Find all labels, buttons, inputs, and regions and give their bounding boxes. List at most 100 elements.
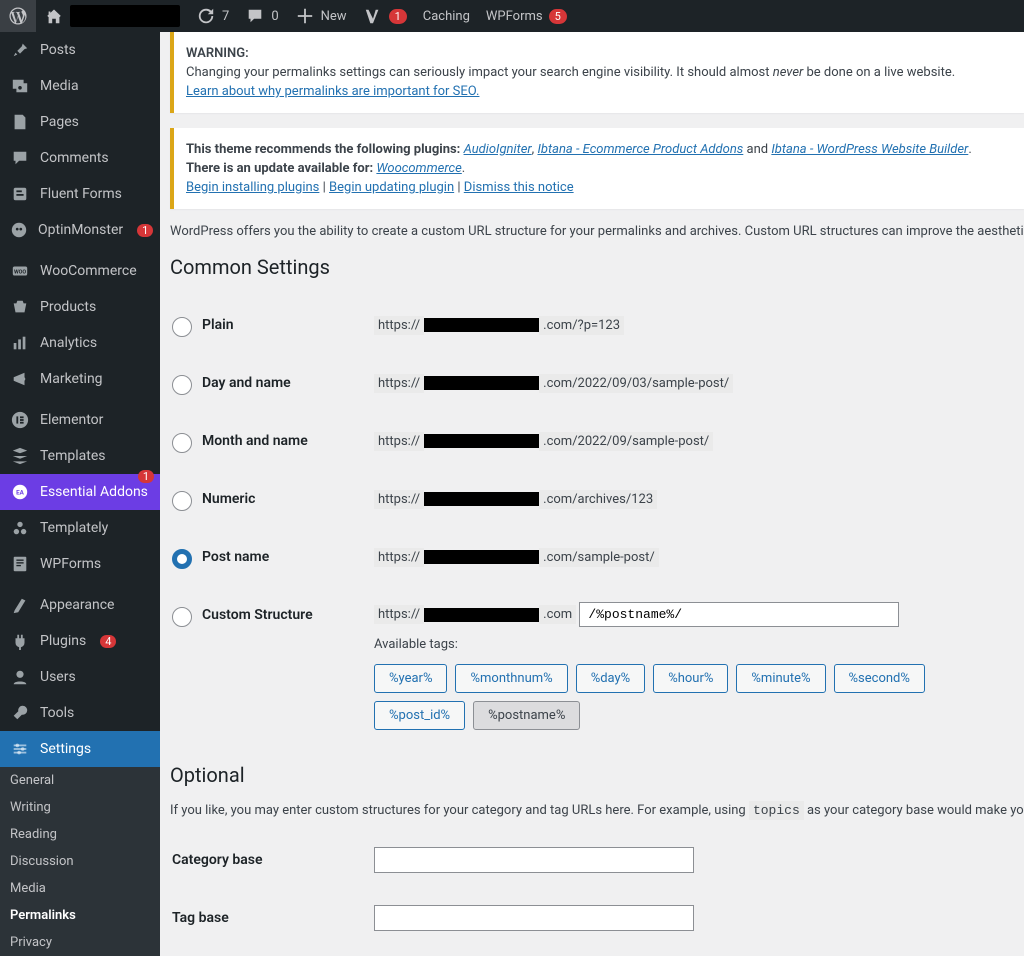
home-icon bbox=[44, 6, 64, 26]
templates-icon bbox=[10, 446, 30, 466]
site-home[interactable] bbox=[36, 0, 188, 32]
tag-year[interactable]: %year% bbox=[374, 664, 447, 693]
wpforms-notifications[interactable]: WPForms 5 bbox=[478, 0, 575, 32]
plugin-link-ibtana-addons[interactable]: Ibtana - Ecommerce Product Addons bbox=[537, 142, 743, 157]
optional-code: topics bbox=[749, 801, 804, 820]
tag-post_id[interactable]: %post_id% bbox=[374, 701, 465, 730]
sidebar-item-templates[interactable]: Templates bbox=[0, 438, 160, 474]
plugin-link-audioigniter[interactable]: AudioIgniter bbox=[464, 142, 532, 157]
submenu-media[interactable]: Media bbox=[0, 875, 160, 902]
media-icon bbox=[10, 76, 30, 96]
new-label: New bbox=[321, 9, 347, 24]
comments-icon bbox=[10, 148, 30, 168]
tag-postname[interactable]: %postname% bbox=[473, 701, 580, 730]
optin-icon bbox=[10, 220, 28, 240]
sidebar-item-label: Fluent Forms bbox=[40, 186, 122, 202]
sidebar-item-tools[interactable]: Tools bbox=[0, 695, 160, 731]
dismiss-link[interactable]: Dismiss this notice bbox=[464, 180, 574, 195]
sidebar-item-woocommerce[interactable]: WOO WooCommerce bbox=[0, 253, 160, 289]
svg-text:WOO: WOO bbox=[14, 270, 26, 276]
yoast-notifications[interactable]: 1 bbox=[355, 0, 415, 32]
tag-second[interactable]: %second% bbox=[834, 664, 925, 693]
tag-base-input[interactable] bbox=[374, 905, 694, 931]
submenu-discussion[interactable]: Discussion bbox=[0, 848, 160, 875]
sidebar-item-fluent-forms[interactable]: Fluent Forms bbox=[0, 176, 160, 212]
submenu-reading[interactable]: Reading bbox=[0, 821, 160, 848]
plugin-link-ibtana-builder[interactable]: Ibtana - WordPress Website Builder bbox=[771, 142, 968, 157]
sidebar-item-posts[interactable]: Posts bbox=[0, 32, 160, 68]
radio-plain[interactable] bbox=[172, 317, 192, 337]
sidebar-item-comments[interactable]: Comments bbox=[0, 140, 160, 176]
custom-structure-input[interactable] bbox=[579, 602, 899, 627]
submenu-general[interactable]: General bbox=[0, 767, 160, 794]
submenu-permalinks[interactable]: Permalinks bbox=[0, 902, 160, 929]
wp-logo[interactable] bbox=[0, 0, 36, 32]
sidebar-item-elementor[interactable]: Elementor bbox=[0, 402, 160, 438]
sidebar-item-templately[interactable]: Templately bbox=[0, 510, 160, 546]
comments-count[interactable]: 0 bbox=[237, 0, 286, 32]
update-icon bbox=[196, 6, 216, 26]
sidebar-item-label: Users bbox=[40, 669, 76, 685]
pages-icon bbox=[10, 112, 30, 132]
radio-custom[interactable] bbox=[172, 607, 192, 627]
submenu-writing[interactable]: Writing bbox=[0, 794, 160, 821]
sidebar-item-label: Products bbox=[40, 299, 96, 315]
sidebar-item-label: Media bbox=[40, 78, 79, 94]
appearance-icon bbox=[10, 595, 30, 615]
optional-heading: Optional bbox=[170, 763, 1024, 787]
begin-install-link[interactable]: Begin installing plugins bbox=[186, 180, 319, 195]
tag-day[interactable]: %day% bbox=[576, 664, 646, 693]
updates-count-text: 7 bbox=[222, 9, 229, 24]
begin-update-link[interactable]: Begin updating plugin bbox=[329, 180, 454, 195]
theme-rec: This theme recommends the following plug… bbox=[186, 142, 464, 157]
yoast-badge: 1 bbox=[389, 9, 407, 24]
sidebar-item-label: Elementor bbox=[40, 412, 103, 428]
sidebar-item-label: Comments bbox=[40, 150, 109, 166]
sidebar-item-appearance[interactable]: Appearance bbox=[0, 587, 160, 623]
radio-dayname[interactable] bbox=[172, 375, 192, 395]
domain-redacted bbox=[424, 550, 539, 564]
warning-never: never bbox=[773, 65, 804, 80]
caching[interactable]: Caching bbox=[415, 0, 478, 32]
category-base-label: Category base bbox=[172, 852, 263, 868]
site-name-redacted bbox=[70, 5, 180, 27]
sidebar-item-label: Settings bbox=[40, 741, 91, 757]
tag-base-label: Tag base bbox=[172, 910, 229, 926]
templately-icon bbox=[10, 518, 30, 538]
sidebar-item-optinmonster[interactable]: OptinMonster1 bbox=[0, 212, 160, 248]
sidebar-item-label: Pages bbox=[40, 114, 79, 130]
sidebar-item-marketing[interactable]: Marketing bbox=[0, 361, 160, 397]
radio-postname[interactable] bbox=[172, 549, 192, 569]
warning-link[interactable]: Learn about why permalinks are important… bbox=[186, 84, 479, 99]
label-plain: Plain bbox=[202, 317, 234, 333]
domain-redacted bbox=[424, 318, 539, 332]
warning-text-2: be done on a live website. bbox=[803, 65, 955, 80]
submenu-privacy[interactable]: Privacy bbox=[0, 929, 160, 956]
tag-hour[interactable]: %hour% bbox=[653, 664, 728, 693]
sidebar-item-settings[interactable]: Settings bbox=[0, 731, 160, 767]
new-content[interactable]: New bbox=[287, 0, 355, 32]
updates-count[interactable]: 7 bbox=[188, 0, 237, 32]
sidebar-item-users[interactable]: Users bbox=[0, 659, 160, 695]
sidebar-item-plugins[interactable]: Plugins4 bbox=[0, 623, 160, 659]
radio-numeric[interactable] bbox=[172, 491, 192, 511]
sidebar-item-products[interactable]: Products bbox=[0, 289, 160, 325]
domain-redacted bbox=[424, 376, 539, 390]
sidebar-item-media[interactable]: Media bbox=[0, 68, 160, 104]
tag-monthnum[interactable]: %monthnum% bbox=[455, 664, 567, 693]
plugin-link-woocommerce[interactable]: Woocommerce bbox=[376, 161, 461, 176]
category-base-input[interactable] bbox=[374, 847, 694, 873]
label-numeric: Numeric bbox=[202, 491, 255, 507]
sidebar-item-pages[interactable]: Pages bbox=[0, 104, 160, 140]
radio-monthname[interactable] bbox=[172, 433, 192, 453]
sidebar-badge: 1 bbox=[138, 470, 154, 483]
wpforms-label: WPForms bbox=[486, 9, 543, 24]
caching-label: Caching bbox=[423, 9, 470, 24]
sidebar-item-label: OptinMonster bbox=[38, 222, 123, 238]
tag-minute[interactable]: %minute% bbox=[736, 664, 825, 693]
sidebar-item-analytics[interactable]: Analytics bbox=[0, 325, 160, 361]
sidebar-item-essential-addons[interactable]: EAEssential Addons1 bbox=[0, 474, 160, 510]
sidebar-item-label: WPForms bbox=[40, 556, 101, 572]
sidebar-item-wpforms[interactable]: WPForms bbox=[0, 546, 160, 582]
sidebar-item-label: WooCommerce bbox=[40, 263, 137, 279]
